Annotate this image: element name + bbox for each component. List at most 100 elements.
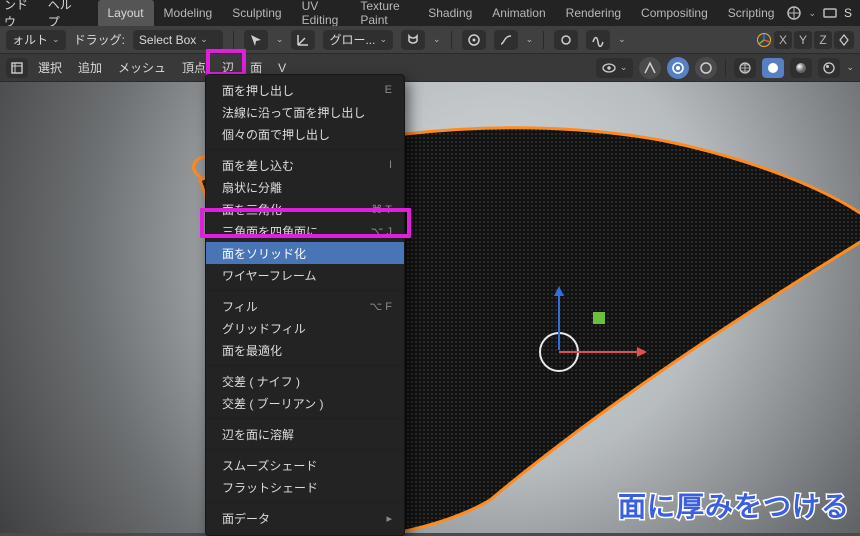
mirror-options-icon[interactable] (834, 31, 854, 49)
face-menu-item[interactable]: 交差 ( ブーリアン ) (206, 392, 404, 414)
face-menu-item[interactable]: フィル⌥ F (206, 295, 404, 317)
workspace-tab-uv-editing[interactable]: UV Editing (292, 0, 351, 26)
workspace-tab-rendering[interactable]: Rendering (556, 0, 631, 26)
menu-separator (206, 502, 404, 503)
render-layer-icon[interactable] (822, 5, 838, 21)
menu-item-label: 面をソリッド化 (222, 245, 306, 262)
topbar-right: ⌄ S (786, 5, 856, 21)
menu-item-label: 法線に沿って面を押し出し (222, 104, 365, 121)
chevron-down-icon[interactable]: ⌄ (618, 34, 626, 45)
shading-matprev-icon[interactable] (790, 58, 812, 78)
shading-wire-icon[interactable] (734, 58, 756, 78)
viewport-header: 選択 追加 メッシュ 頂点 辺 面 V ⌄ ⌄ (0, 54, 860, 82)
face-menu-dropdown[interactable]: 面を押し出しE 法線に沿って面を押し出し個々の面で押し出し面を差し込むI 扇状に分離… (205, 74, 405, 536)
menu-select[interactable]: 選択 (32, 58, 68, 78)
falloff-wave-icon[interactable] (586, 30, 610, 50)
shading-solid-icon[interactable] (762, 58, 784, 78)
chevron-down-icon[interactable]: ⌄ (526, 34, 534, 45)
menu-item-shortcut: ⌥ F (370, 300, 392, 313)
face-menu-item[interactable]: 交差 ( ナイフ ) (206, 370, 404, 392)
transform-orientation-icon[interactable] (291, 30, 315, 50)
menu-item-label: 面を押し出し (222, 82, 294, 99)
interaction-mode-dropdown[interactable]: ォルト ⌄ (6, 30, 66, 50)
mirror-axis-y[interactable]: Y (794, 31, 812, 49)
chevron-down-icon[interactable]: ⌄ (808, 8, 816, 19)
menu-item-label: 面を三角化 (222, 201, 282, 218)
select-mode-value: Select Box (139, 33, 196, 47)
menu-item-label: 個々の面で押し出し (222, 126, 330, 143)
face-menu-item[interactable]: 三角面を四角面に⌥ J (206, 220, 404, 242)
workspace-tab-shading[interactable]: Shading (418, 0, 482, 26)
extra-toggle-icon[interactable] (554, 30, 578, 50)
gizmo-handle-y (593, 312, 605, 324)
workspace-tab-modeling[interactable]: Modeling (154, 0, 223, 26)
gizmo-axis-x (559, 351, 639, 353)
menu-separator (206, 290, 404, 291)
separator (543, 31, 544, 49)
orientation-dropdown[interactable]: グロー... ⌄ (323, 30, 393, 50)
gizmo-ring (539, 332, 579, 372)
face-menu-item[interactable]: 個々の面で押し出し (206, 123, 404, 145)
chevron-down-icon[interactable]: ⌄ (433, 34, 441, 45)
workspace-tab-label: Sculpting (232, 6, 281, 20)
workspace-tab-animation[interactable]: Animation (482, 0, 555, 26)
overlay-toggle-icon[interactable] (667, 57, 689, 79)
mirror-axis-z[interactable]: Z (814, 31, 832, 49)
face-menu-item[interactable]: 面データ ▸ (206, 507, 404, 529)
workspace-tabs: LayoutModeling Sculpting UV Editing Texture… (98, 0, 785, 26)
overlay-caption: 面に厚みをつける (618, 485, 850, 525)
gizmo-axis-z (558, 294, 560, 350)
proportional-edit-icon[interactable] (462, 30, 486, 50)
face-menu-item[interactable]: 法線に沿って面を押し出し (206, 101, 404, 123)
chevron-down-icon: ⌄ (200, 34, 208, 45)
visibility-pill[interactable]: ⌄ (596, 58, 634, 78)
face-menu-item[interactable]: フラットシェード (206, 476, 404, 498)
interaction-mode-label: ォルト (12, 31, 48, 48)
workspace-tab-texture-paint[interactable]: Texture Paint (350, 0, 418, 26)
face-menu-item[interactable]: 辺を面に溶解 (206, 423, 404, 445)
menu-item-label: 面を差し込む (222, 157, 294, 174)
menu-item-label: 扇状に分離 (222, 179, 282, 196)
chevron-down-icon[interactable]: ⌄ (846, 62, 854, 73)
face-menu-item[interactable]: ワイヤーフレーム (206, 264, 404, 286)
workspace-tab-layout[interactable]: Layout (98, 0, 154, 26)
face-menu-item[interactable]: 面をソリッド化 (206, 242, 404, 264)
face-menu-item[interactable]: 面を最適化 (206, 339, 404, 361)
menu-separator (206, 149, 404, 150)
separator (451, 31, 452, 49)
menu-add[interactable]: 追加 (72, 58, 108, 78)
orient-gizmo-icon[interactable] (756, 32, 772, 48)
falloff-curve-icon[interactable] (494, 30, 518, 50)
cursor-tool-icon[interactable] (244, 30, 268, 50)
editor-type-icon[interactable] (6, 58, 28, 78)
face-menu-item[interactable]: 扇状に分離 (206, 176, 404, 198)
face-menu-item[interactable]: 面を押し出しE (206, 79, 404, 101)
face-menu-item[interactable]: 面を差し込むI (206, 154, 404, 176)
chevron-down-icon[interactable]: ⌄ (276, 34, 284, 45)
chevron-down-icon: ⌄ (620, 62, 628, 73)
gizmo-toggle-icon[interactable] (639, 57, 661, 79)
select-mode-dropdown[interactable]: Select Box ⌄ (133, 30, 223, 50)
menu-item-label: スムーズシェード (222, 457, 317, 474)
scene-name[interactable]: S (844, 6, 852, 20)
mirror-axis-x[interactable]: X (774, 31, 792, 49)
scene-picker-icon[interactable] (786, 5, 802, 21)
workspace-tab-compositing[interactable]: Compositing (631, 0, 718, 26)
viewport-3d[interactable]: 面に厚みをつける (0, 82, 860, 533)
workspace-tab-scripting[interactable]: Scripting (718, 0, 785, 26)
orientation-value: グロー... (329, 31, 375, 48)
submenu-arrow-icon: ▸ (386, 512, 392, 525)
menu-item-label: 面データ (222, 510, 270, 527)
face-menu-item[interactable]: 面を三角化⌘ T (206, 198, 404, 220)
shading-rendered-icon[interactable] (818, 58, 840, 78)
face-menu-item[interactable]: グリッドフィル (206, 317, 404, 339)
workspace-tab-sculpting[interactable]: Sculpting (222, 0, 291, 26)
topbar: ンドウ ヘルプ LayoutModelingSculptingUV Editin… (0, 0, 860, 26)
menu-mesh[interactable]: メッシュ (112, 58, 172, 78)
snap-icon[interactable] (401, 30, 425, 50)
face-menu-item[interactable]: スムーズシェード (206, 454, 404, 476)
menu-item-label: 交差 ( ブーリアン ) (222, 395, 324, 412)
workspace-tab-label: Texture Paint (360, 0, 408, 27)
unknown-toggle-icon[interactable] (695, 57, 717, 79)
menu-separator (206, 418, 404, 419)
